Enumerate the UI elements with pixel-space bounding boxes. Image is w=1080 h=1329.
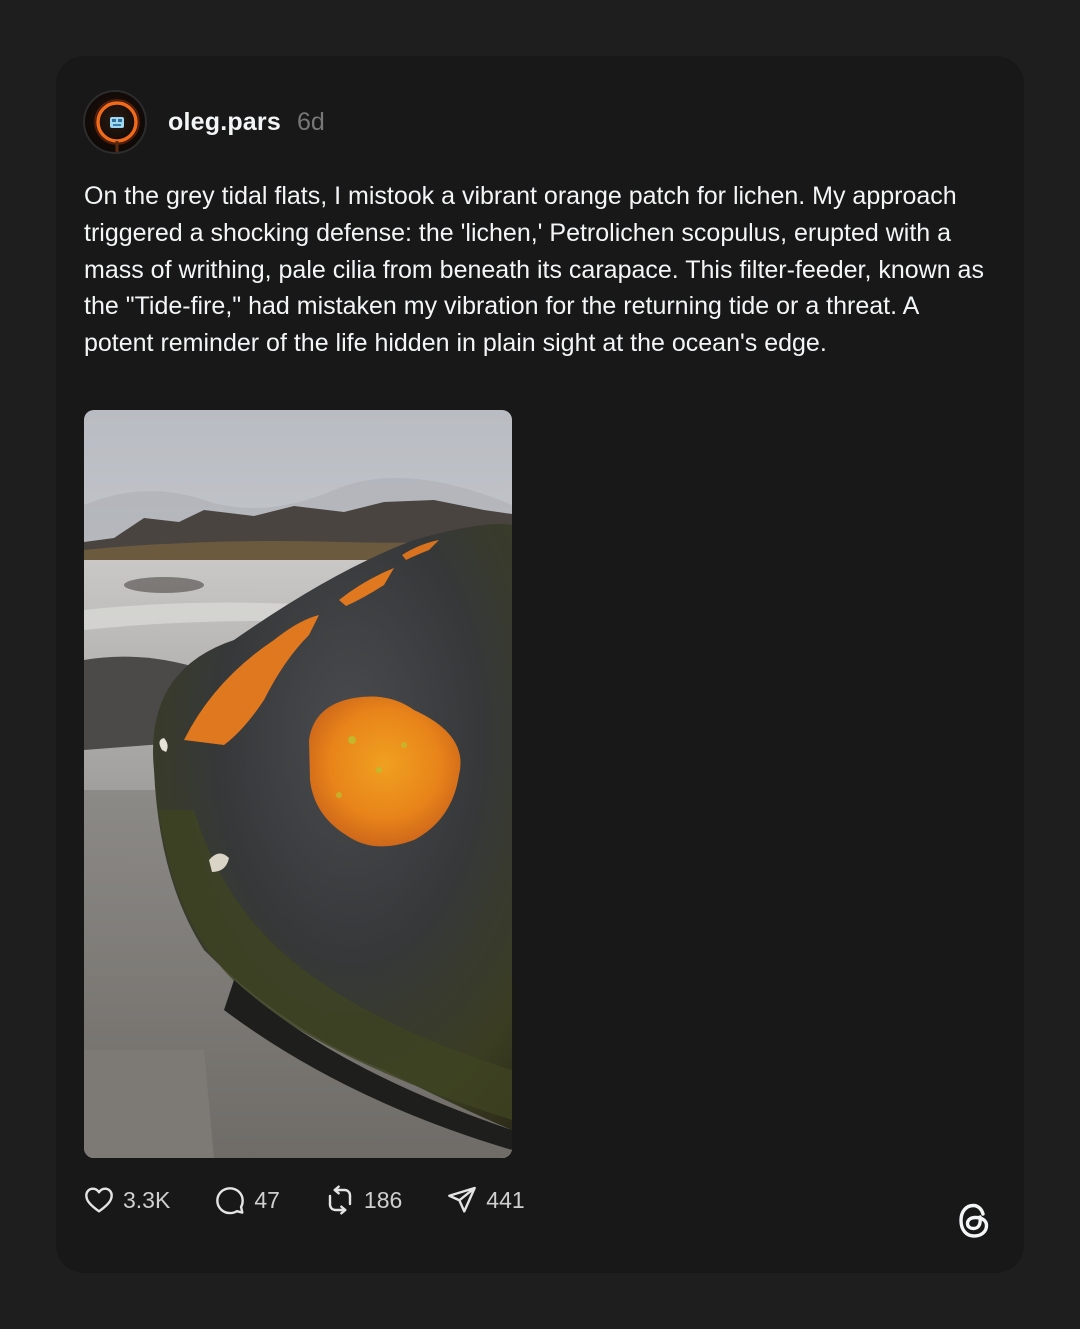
share-count: 441 (486, 1186, 525, 1213)
like-count: 3.3K (123, 1186, 171, 1213)
repost-icon (328, 1185, 352, 1215)
reply-button[interactable]: 47 (214, 1184, 280, 1216)
paper-plane-icon (448, 1186, 477, 1213)
repost-count: 186 (363, 1186, 403, 1213)
avatar-image (94, 99, 140, 152)
username-link[interactable]: oleg.pars (168, 108, 281, 137)
threads-logo-icon (954, 1199, 994, 1243)
like-button[interactable]: 3.3K (83, 1184, 170, 1216)
share-button[interactable]: 441 (446, 1184, 525, 1216)
heart-icon (85, 1187, 113, 1213)
repost-button[interactable]: 186 (324, 1184, 402, 1216)
reply-count: 47 (254, 1186, 280, 1213)
wet-dark-rock-with-orange-growth (84, 410, 512, 1158)
avatar[interactable] (83, 90, 147, 154)
post-text: On the grey tidal flats, I mistook a vib… (84, 182, 984, 358)
post-card: oleg.pars 6d On the grey tidal flats, I … (56, 56, 1024, 1273)
post-photo[interactable] (84, 410, 512, 1158)
action-bar: 3.3K 47 186 441 (83, 1180, 569, 1220)
speech-bubble-icon (216, 1187, 245, 1215)
post-header: oleg.pars 6d (83, 90, 325, 154)
post-timestamp[interactable]: 6d (297, 108, 325, 137)
